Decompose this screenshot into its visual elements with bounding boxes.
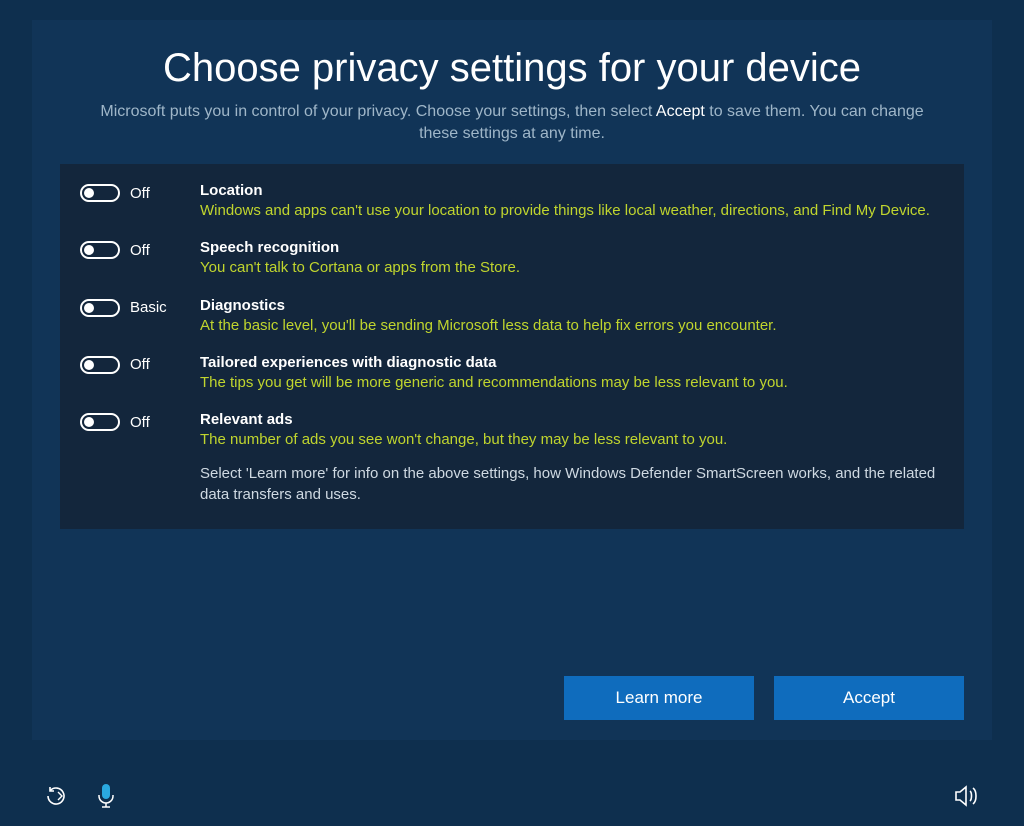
setting-title: Speech recognition (200, 239, 944, 256)
page-title: Choose privacy settings for your device (32, 46, 992, 91)
setting-row-tailored: Off Tailored experiences with diagnostic… (80, 354, 944, 393)
setting-desc: The tips you get will be more generic an… (200, 373, 944, 393)
toggle-label: Off (130, 356, 150, 373)
learn-more-button[interactable]: Learn more (564, 676, 754, 720)
setting-title: Location (200, 182, 944, 199)
toggle-location[interactable] (80, 184, 120, 202)
toggle-tailored[interactable] (80, 356, 120, 374)
setting-title: Relevant ads (200, 411, 944, 428)
toggle-speech[interactable] (80, 241, 120, 259)
subtitle-before: Microsoft puts you in control of your pr… (100, 103, 656, 120)
setting-row-diagnostics: Basic Diagnostics At the basic level, yo… (80, 297, 944, 336)
setting-title: Tailored experiences with diagnostic dat… (200, 354, 944, 371)
setting-desc: Windows and apps can't use your location… (200, 201, 944, 221)
setting-row-location: Off Location Windows and apps can't use … (80, 182, 944, 221)
toggle-label: Basic (130, 299, 167, 316)
page-subtitle: Microsoft puts you in control of your pr… (92, 101, 932, 144)
microphone-icon[interactable] (96, 783, 116, 809)
subtitle-accent: Accept (656, 103, 705, 120)
setting-row-speech: Off Speech recognition You can't talk to… (80, 239, 944, 278)
setting-title: Diagnostics (200, 297, 944, 314)
toggle-label: Off (130, 185, 150, 202)
toggle-label: Off (130, 414, 150, 431)
setting-desc: At the basic level, you'll be sending Mi… (200, 316, 944, 336)
volume-icon[interactable] (954, 784, 980, 808)
ease-of-access-icon[interactable] (44, 784, 68, 808)
toggle-diagnostics[interactable] (80, 299, 120, 317)
toggle-ads[interactable] (80, 413, 120, 431)
setting-row-ads: Off Relevant ads The number of ads you s… (80, 411, 944, 450)
button-row: Learn more Accept (564, 676, 964, 720)
settings-footnote: Select 'Learn more' for info on the abov… (200, 464, 944, 505)
toggle-label: Off (130, 242, 150, 259)
footer-bar (0, 766, 1024, 826)
setting-desc: The number of ads you see won't change, … (200, 430, 944, 450)
privacy-panel: Choose privacy settings for your device … (32, 20, 992, 740)
setting-desc: You can't talk to Cortana or apps from t… (200, 258, 944, 278)
accept-button[interactable]: Accept (774, 676, 964, 720)
settings-box: Off Location Windows and apps can't use … (60, 164, 964, 529)
